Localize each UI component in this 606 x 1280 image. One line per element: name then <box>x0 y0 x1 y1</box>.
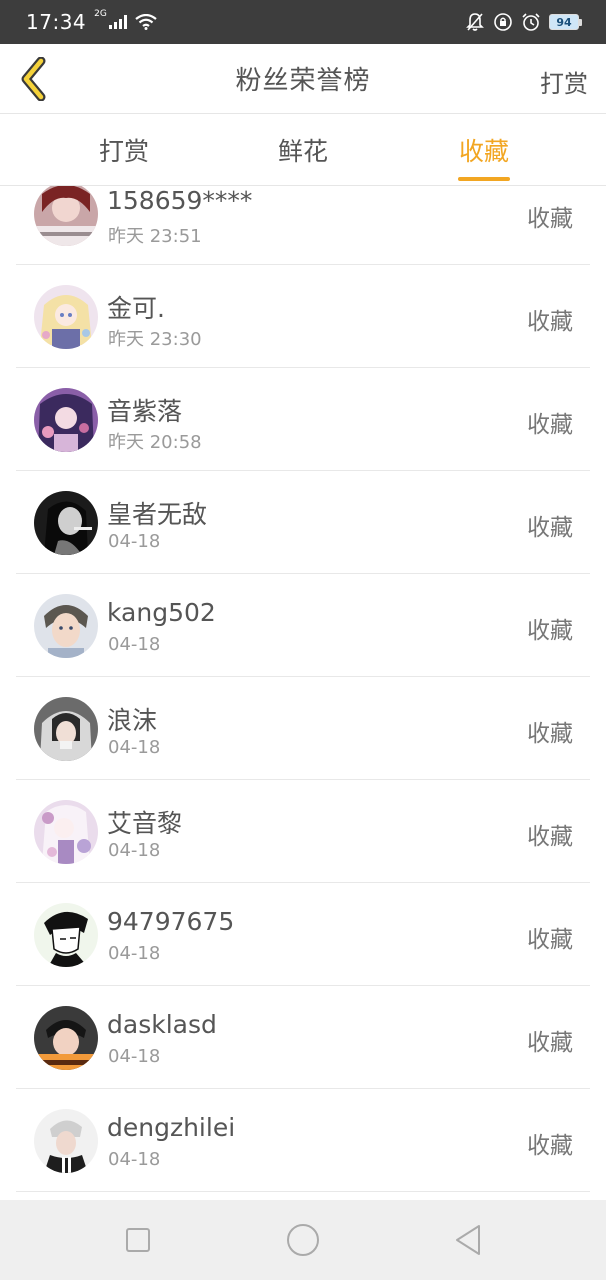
avatar[interactable] <box>34 800 98 864</box>
avatar[interactable] <box>34 491 98 555</box>
fan-name: 158659**** <box>107 186 253 215</box>
tab-label: 鲜花 <box>277 137 328 166</box>
battery-icon: 94 <box>549 14 582 30</box>
fan-time: 04-18 <box>108 1046 161 1067</box>
title-bar: 粉丝荣誉榜 打赏 <box>0 44 606 114</box>
fan-time: 04-18 <box>108 943 161 964</box>
fan-name: dasklasd <box>107 1010 217 1039</box>
list-item[interactable]: 皇者无敌 04-18 收藏 <box>16 471 590 574</box>
fan-action: 收藏 <box>527 721 573 747</box>
list-item[interactable]: 浪沫 04-18 收藏 <box>16 677 590 780</box>
fan-name: kang502 <box>107 598 216 627</box>
recent-apps-button[interactable] <box>120 1222 156 1258</box>
fan-name: 浪沫 <box>107 706 158 735</box>
status-time: 17:34 <box>26 10 87 34</box>
fan-name: 艾音黎 <box>107 809 183 838</box>
list-item[interactable]: dengzhilei 04-18 收藏 <box>16 1089 590 1192</box>
fan-name: dengzhilei <box>107 1113 236 1142</box>
tab-label: 打赏 <box>98 137 149 166</box>
list-item[interactable]: 金可. 昨天 23:30 收藏 <box>16 265 590 368</box>
avatar[interactable] <box>34 186 98 246</box>
fan-list[interactable]: 158659**** 昨天 23:51 收藏 金可. 昨天 23:30 收藏 音… <box>0 186 606 1200</box>
fan-action: 收藏 <box>527 1133 573 1159</box>
fan-action: 收藏 <box>527 618 573 644</box>
network-type: 2G <box>94 9 107 19</box>
active-tab-indicator <box>458 177 510 181</box>
tab-favorites[interactable]: 收藏 <box>434 114 534 186</box>
avatar[interactable] <box>34 285 98 349</box>
tab-reward[interactable]: 打赏 <box>74 114 174 186</box>
recent-apps-icon <box>126 1228 150 1252</box>
status-right: 94 <box>465 12 582 32</box>
wifi-icon <box>135 14 157 30</box>
mute-icon <box>465 12 485 32</box>
battery-level: 94 <box>549 14 579 30</box>
avatar[interactable] <box>34 903 98 967</box>
fan-name: 94797675 <box>107 907 235 936</box>
system-nav-bar <box>0 1200 606 1280</box>
fan-action: 收藏 <box>527 515 573 541</box>
fan-name: 音紫落 <box>107 397 183 426</box>
fan-action: 收藏 <box>527 206 573 232</box>
avatar[interactable] <box>34 1109 98 1173</box>
list-item[interactable]: 158659**** 昨天 23:51 收藏 <box>16 186 590 265</box>
signal-icon <box>108 15 127 29</box>
fan-action: 收藏 <box>527 927 573 953</box>
list-item[interactable]: 艾音黎 04-18 收藏 <box>16 780 590 883</box>
fan-action: 收藏 <box>527 824 573 850</box>
fan-time: 04-18 <box>108 531 161 552</box>
fan-time: 04-18 <box>108 737 161 758</box>
list-item[interactable]: kang502 04-18 收藏 <box>16 574 590 677</box>
back-nav-button[interactable] <box>450 1222 486 1258</box>
tab-bar: 打赏 鲜花 收藏 <box>0 114 606 186</box>
fan-time: 昨天 20:58 <box>108 432 202 453</box>
chevron-left-icon <box>21 57 46 101</box>
list-item[interactable]: 音紫落 昨天 20:58 收藏 <box>16 368 590 471</box>
avatar[interactable] <box>34 1006 98 1070</box>
avatar[interactable] <box>34 388 98 452</box>
page-title: 粉丝荣誉榜 <box>235 66 371 96</box>
alarm-icon <box>521 12 541 32</box>
avatar[interactable] <box>34 697 98 761</box>
fan-time: 04-18 <box>108 634 161 655</box>
fan-name: 皇者无敌 <box>107 500 208 529</box>
avatar[interactable] <box>34 594 98 658</box>
fan-list-content: 158659**** 昨天 23:51 收藏 金可. 昨天 23:30 收藏 音… <box>0 186 606 1192</box>
fan-time: 昨天 23:30 <box>108 329 202 350</box>
back-icon <box>456 1225 480 1255</box>
status-left: 17:34 2G <box>26 9 157 34</box>
fan-time: 04-18 <box>108 840 161 861</box>
fan-action: 收藏 <box>527 1030 573 1056</box>
tab-flowers[interactable]: 鲜花 <box>253 114 353 186</box>
fan-action: 收藏 <box>527 309 573 335</box>
home-button[interactable] <box>285 1222 321 1258</box>
list-item[interactable]: dasklasd 04-18 收藏 <box>16 986 590 1089</box>
fan-time: 04-18 <box>108 1149 161 1170</box>
back-button[interactable] <box>14 56 54 102</box>
status-bar: 17:34 2G 94 <box>0 0 606 44</box>
list-item[interactable]: 94797675 04-18 收藏 <box>16 883 590 986</box>
fan-action: 收藏 <box>527 412 573 438</box>
lock-rotation-icon <box>493 12 513 32</box>
fan-name: 金可. <box>107 294 165 323</box>
tab-label: 收藏 <box>458 137 509 166</box>
fan-time: 昨天 23:51 <box>108 226 202 247</box>
home-icon <box>287 1224 319 1256</box>
reward-button[interactable]: 打赏 <box>540 64 588 99</box>
